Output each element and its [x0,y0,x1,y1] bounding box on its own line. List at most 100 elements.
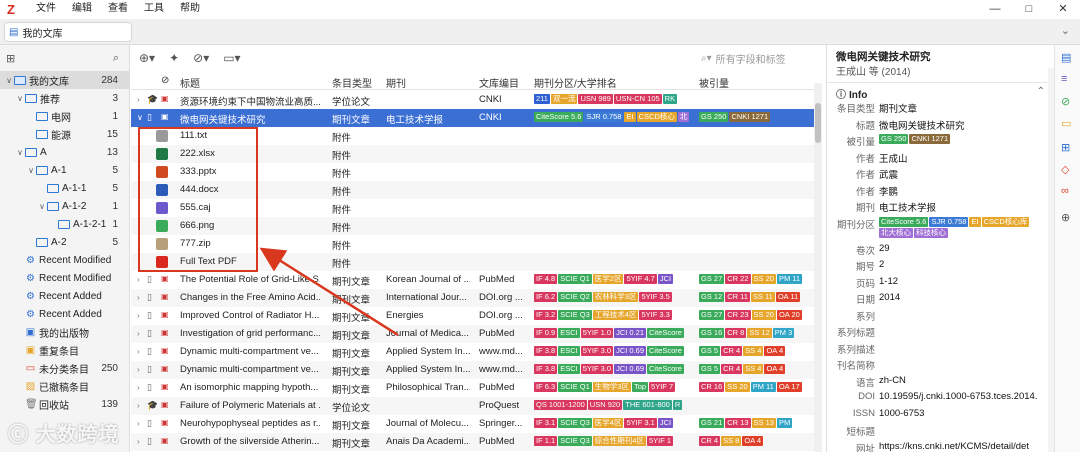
twisty-icon[interactable]: › [137,437,140,446]
item-row[interactable]: › ▯ ▣ Changes in the Free Amino Acid... 期刊文章… [131,289,816,307]
notes-nav-icon[interactable]: ▭ [1061,117,1071,130]
collection-item[interactable]: ∨ A-1 5 [0,161,130,179]
field-value[interactable]: https://kns.cnki.net/KCMS/detail/det [879,441,1053,452]
pdf-icon[interactable]: ▣ [161,274,169,283]
pdf-icon[interactable]: ▣ [161,418,169,427]
twisty-icon[interactable]: ∨ [15,94,25,103]
item-row[interactable]: › ▯ ▣ Investigation of grid performanc... 期刊… [131,325,816,343]
twisty-icon[interactable]: › [137,347,140,356]
pdf-icon[interactable]: ▣ [161,328,169,337]
libraries-collections-nav-icon[interactable]: ⊞ [1061,141,1070,154]
filter-collections-icon[interactable]: ⌕ [113,52,119,65]
pdf-icon[interactable]: ▣ [161,310,169,319]
collection-item[interactable]: ⚙ Recent Added [0,287,130,305]
field-value[interactable]: 1000-6753 [879,408,1053,419]
pdf-icon[interactable]: ▣ [161,364,169,373]
column-catalog[interactable]: 文库编目 [479,75,519,90]
related-nav-icon[interactable]: ∞ [1061,185,1069,197]
attachment-column-icon[interactable]: ⊘ [161,75,169,86]
minimize-button[interactable]: — [978,0,1012,18]
collection-item[interactable]: ▣ 我的出版物 [0,323,130,341]
collection-item[interactable]: A-1-1 5 [0,179,130,197]
pdf-icon[interactable]: ▣ [161,112,169,121]
info-section-header[interactable]: ⓘ Info ⌃ [827,82,1055,101]
collection-item[interactable]: 🗑 回收站 139 [0,395,130,413]
twisty-icon[interactable]: › [137,329,140,338]
collection-item[interactable]: A-1-2-1 1 [0,215,130,233]
field-value[interactable]: 李鹏 [879,184,1053,198]
column-title[interactable]: 标题 [180,75,200,90]
field-value[interactable]: 2014 [879,292,1053,303]
field-value[interactable]: CiteScore 5.6 SJR 0.758 EI CSCD核心库 北大核心 科技核心 [879,216,1053,239]
twisty-icon[interactable]: ∨ [137,113,143,122]
column-item-type[interactable]: 条目类型 [332,75,372,90]
collection-item[interactable]: ∨ 推荐 3 [0,89,130,107]
field-value[interactable]: 期刊文章 [879,101,1053,115]
twisty-icon[interactable]: › [137,419,140,428]
collapse-icon[interactable]: ⌃ [1037,86,1045,97]
collection-item[interactable]: ▨ 已撤稿条目 [0,377,130,395]
field-value[interactable]: 王成山 [879,151,1053,165]
twisty-icon[interactable]: › [137,401,140,410]
new-note-icon[interactable]: ▭▾ [223,51,240,65]
item-row[interactable]: › ▯ ▣ Dynamic multi-compartment ve... 期刊文章 Ap… [131,361,816,379]
new-collection-icon[interactable]: ⊞ [6,52,15,65]
search-field[interactable]: ⌕▾ 所有字段和标签 [701,49,819,67]
menu-file[interactable]: 文件 [28,0,64,18]
attachments-nav-icon[interactable]: ⊘ [1061,95,1070,108]
field-value[interactable]: 微电网关键技术研究 [879,118,1053,132]
item-row[interactable]: › 🎓 ▣ Failure of Polymeric Materials at ...… [131,397,816,415]
close-button[interactable]: ✕ [1046,0,1080,18]
twisty-icon[interactable]: › [137,383,140,392]
twisty-icon[interactable]: › [137,311,140,320]
tags-nav-icon[interactable]: ◇ [1061,163,1069,176]
field-value[interactable]: 1-12 [879,276,1053,287]
maximize-button[interactable]: □ [1012,0,1046,18]
menu-help[interactable]: 帮助 [172,0,208,18]
collection-item[interactable]: ⚙ Recent Added [0,305,130,323]
collection-item[interactable]: 电网 1 [0,107,130,125]
collection-item[interactable]: ⚙ Recent Modified [0,251,130,269]
abstract-nav-icon[interactable]: ≡ [1061,73,1067,85]
twisty-icon[interactable]: ∨ [15,148,25,157]
collection-item[interactable]: ∨ 我的文库 284 [0,71,130,89]
menu-view[interactable]: 查看 [100,0,136,18]
item-row[interactable]: › 🎓 ▣ 资源环境约束下中国物流业高质... 学位论文 CNKI 211 双一流 USN 98… [131,91,816,109]
field-value[interactable]: 电工技术学报 [879,200,1053,214]
field-value[interactable]: zh-CN [879,375,1053,386]
collection-item[interactable]: ⚙ Recent Modified [0,269,130,287]
twisty-icon[interactable]: ∨ [4,76,14,85]
add-by-identifier-icon[interactable]: ✦ [169,51,179,65]
item-row[interactable]: › ▯ ▣ Neurohypophyseal peptides as r... 期刊文章… [131,415,816,433]
twisty-icon[interactable]: › [137,95,140,104]
items-scrollbar[interactable] [814,83,822,452]
pdf-icon[interactable]: ▣ [161,436,169,445]
collection-item[interactable]: 能源 15 [0,125,130,143]
locate-nav-icon[interactable]: ⊕ [1061,211,1070,224]
pdf-icon[interactable]: ▣ [161,382,169,391]
twisty-icon[interactable]: › [137,365,140,374]
pdf-icon[interactable]: ▣ [161,292,169,301]
twisty-icon[interactable]: › [137,293,140,302]
pdf-icon[interactable]: ▣ [161,346,169,355]
tabs-menu-icon[interactable]: ⌄ [1061,24,1070,37]
info-nav-icon[interactable]: ▤ [1061,51,1071,64]
item-row[interactable]: › ▯ ▣ An isomorphic mapping hypoth... 期刊文章 Ph… [131,379,816,397]
collection-item[interactable]: ∨ A-1-2 1 [0,197,130,215]
item-row[interactable]: › ▯ ▣ Improved Control of Radiator H... 期刊文章… [131,307,816,325]
pdf-icon[interactable]: ▣ [161,94,169,103]
menu-edit[interactable]: 编辑 [64,0,100,18]
item-row[interactable]: › ▯ ▣ Growth of the silverside Atherin... 期刊… [131,433,816,451]
scrollbar-thumb[interactable] [815,103,821,143]
new-item-icon[interactable]: ⊕▾ [139,51,155,65]
new-attachment-icon[interactable]: ⊘▾ [193,51,209,65]
twisty-icon[interactable]: › [137,275,140,284]
field-value[interactable]: 29 [879,243,1053,254]
column-cited[interactable]: 被引量 [699,75,729,90]
collection-item[interactable]: ∨ A 13 [0,143,130,161]
twisty-icon[interactable]: ∨ [26,166,36,175]
item-row[interactable]: ∨ ▯ ▣ 微电网关键技术研究 期刊文章 电工技术学报 CNKI CiteScore 5.6 S… [131,109,816,127]
column-rank[interactable]: 期刊分区/大学排名 [534,75,617,90]
collection-item[interactable]: A-2 5 [0,233,130,251]
item-row[interactable]: › ▯ ▣ Dynamic multi-compartment ve... 期刊文章 Ap… [131,343,816,361]
